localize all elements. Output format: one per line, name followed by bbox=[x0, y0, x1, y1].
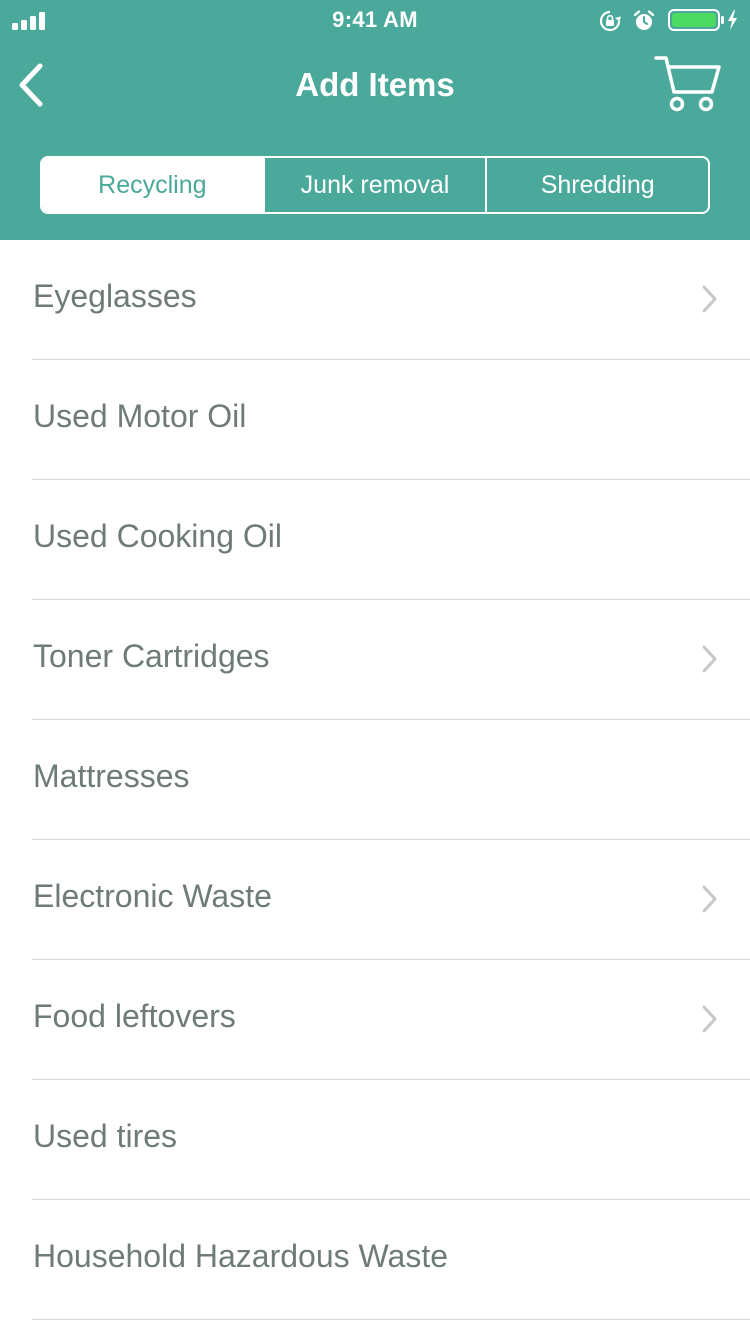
list-item-used-tires[interactable]: Used tires bbox=[0, 1080, 750, 1200]
tab-junk-removal[interactable]: Junk removal bbox=[262, 158, 486, 212]
list-item-label: Electronic Waste bbox=[33, 878, 272, 914]
list-item-toner-cartridges[interactable]: Toner Cartridges bbox=[0, 600, 750, 720]
list-item-food-leftovers[interactable]: Food leftovers bbox=[0, 960, 750, 1080]
list-item-used-motor-oil[interactable]: Used Motor Oil bbox=[0, 360, 750, 480]
alarm-icon bbox=[633, 10, 655, 30]
chevron-right-icon bbox=[702, 1005, 717, 1033]
chevron-right-icon bbox=[702, 285, 717, 313]
list-item-label: Mattresses bbox=[33, 758, 190, 794]
battery-charging-icon bbox=[668, 9, 737, 31]
cart-button[interactable] bbox=[654, 54, 722, 114]
list-item-label: Household Hazardous Waste bbox=[33, 1238, 449, 1274]
shopping-cart-icon bbox=[654, 56, 721, 112]
items-list: Eyeglasses Used Motor Oil Used Cooking O… bbox=[0, 240, 750, 1320]
list-item-household-hazardous-waste[interactable]: Household Hazardous Waste bbox=[0, 1200, 750, 1320]
list-item-label: Used Cooking Oil bbox=[33, 518, 282, 554]
list-item-label: Food leftovers bbox=[33, 998, 236, 1034]
list-item-eyeglasses[interactable]: Eyeglasses bbox=[0, 240, 750, 360]
list-item-label: Toner Cartridges bbox=[33, 638, 270, 674]
list-item-label: Eyeglasses bbox=[33, 278, 197, 314]
category-segmented-control: Recycling Junk removal Shredding bbox=[40, 156, 710, 214]
chevron-right-icon bbox=[702, 885, 717, 913]
chevron-right-icon bbox=[702, 645, 717, 673]
list-item-mattresses[interactable]: Mattresses bbox=[0, 720, 750, 840]
list-item-electronic-waste[interactable]: Electronic Waste bbox=[0, 840, 750, 960]
page-title: Add Items bbox=[295, 66, 455, 103]
orientation-lock-icon bbox=[599, 10, 621, 32]
list-item-label: Used tires bbox=[33, 1118, 178, 1154]
navigation-bar: Add Items bbox=[0, 40, 750, 132]
list-item-used-cooking-oil[interactable]: Used Cooking Oil bbox=[0, 480, 750, 600]
status-icons bbox=[590, 8, 740, 32]
list-separator bbox=[32, 1319, 750, 1320]
tab-recycling[interactable]: Recycling bbox=[42, 158, 263, 212]
header: 9:41 AM Add Items Recycling Junk removal… bbox=[0, 0, 750, 240]
status-bar: 9:41 AM bbox=[0, 0, 750, 40]
list-item-label: Used Motor Oil bbox=[33, 398, 247, 434]
tab-shredding[interactable]: Shredding bbox=[485, 158, 708, 212]
